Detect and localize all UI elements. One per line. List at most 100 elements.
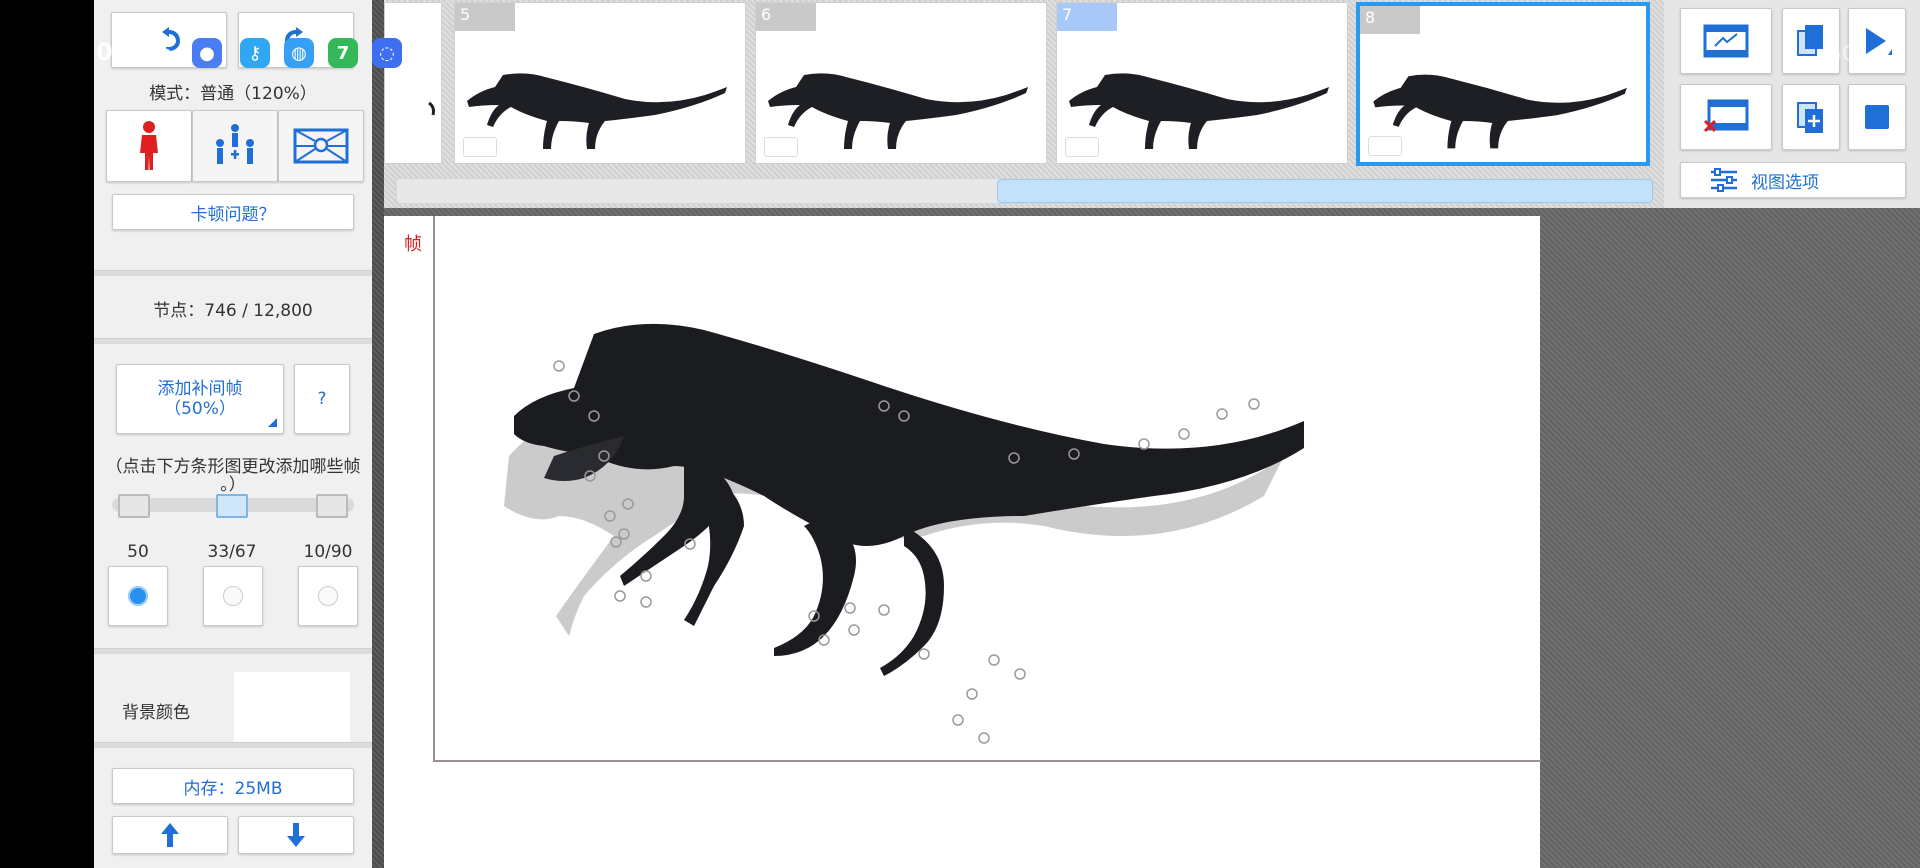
film-frame-icon bbox=[1703, 24, 1749, 58]
delete-frame-icon bbox=[1703, 99, 1749, 133]
joint-handle[interactable] bbox=[640, 570, 652, 582]
tween-bar-frame-right-icon[interactable] bbox=[316, 494, 348, 518]
browser-app-icon: ◍ bbox=[284, 38, 314, 68]
left-panel-rail bbox=[372, 0, 384, 868]
stop-icon bbox=[1865, 105, 1889, 129]
separator bbox=[94, 648, 372, 654]
paste-frame-button[interactable] bbox=[1782, 84, 1840, 150]
separator bbox=[94, 270, 372, 276]
memory-button[interactable]: 内存：25MB bbox=[112, 768, 354, 804]
frame-number: 6 bbox=[756, 3, 816, 31]
lag-issue-button[interactable]: 卡顿问题？ bbox=[112, 194, 354, 230]
chat-app-icon: ● bbox=[192, 38, 222, 68]
arrow-up-icon bbox=[161, 823, 179, 847]
background-color-label: 背景颜色 bbox=[122, 703, 190, 723]
status-bar: 05:56 ● ⚷ ◍ 7 ◌ bbox=[96, 34, 416, 74]
joint-handle[interactable] bbox=[952, 714, 964, 726]
network-indicator: 5G bbox=[1828, 42, 1860, 67]
option-radio-50[interactable] bbox=[108, 566, 168, 626]
joint-handle[interactable] bbox=[614, 590, 626, 602]
background-color-swatch[interactable] bbox=[234, 672, 350, 742]
dinosaur-thumbnail bbox=[428, 101, 435, 116]
frame-options-icon[interactable] bbox=[764, 137, 798, 157]
group-figures-tool-button[interactable] bbox=[192, 110, 278, 182]
joint-handle[interactable] bbox=[878, 604, 890, 616]
app-window: 模式：普通（120%） 卡顿问题？ 节点：746 / 12,800 添加补间帧 bbox=[0, 0, 1920, 868]
joint-handle[interactable] bbox=[818, 634, 830, 646]
scene-icon bbox=[293, 128, 349, 164]
option-radio-10-90[interactable] bbox=[298, 566, 358, 626]
option-label-50: 50 bbox=[127, 542, 149, 562]
dinosaur-silhouette bbox=[1373, 74, 1627, 149]
move-up-button[interactable] bbox=[112, 816, 228, 854]
add-tween-frames-button[interactable]: 添加补间帧 （50%） bbox=[116, 364, 284, 434]
frame-options-icon[interactable] bbox=[1368, 136, 1402, 156]
frame-options-icon[interactable] bbox=[1065, 137, 1099, 157]
dinosaur-silhouette bbox=[1069, 73, 1329, 149]
single-figure-tool-button[interactable] bbox=[106, 110, 192, 182]
frame-number: 8 bbox=[1360, 6, 1420, 34]
group-figures-icon bbox=[216, 124, 254, 164]
dinosaur-figure[interactable] bbox=[384, 216, 1540, 868]
joint-handle[interactable] bbox=[918, 648, 930, 660]
frame-options-icon[interactable] bbox=[463, 137, 497, 157]
tween-bar-frame-left-icon[interactable] bbox=[118, 494, 150, 518]
timeline-frame-8-selected[interactable]: 8 bbox=[1356, 2, 1650, 166]
timeline-frame-7[interactable]: 7 bbox=[1056, 2, 1348, 164]
joint-handle[interactable] bbox=[848, 624, 860, 636]
option-radio-33-67[interactable] bbox=[203, 566, 263, 626]
frame-number: 7 bbox=[1057, 3, 1117, 31]
joint-handle[interactable] bbox=[978, 732, 990, 744]
timeline-scrollbar[interactable] bbox=[396, 178, 1654, 204]
dropdown-corner-icon bbox=[268, 418, 277, 427]
tween-bar-frame-mid-icon[interactable] bbox=[216, 494, 248, 518]
joint-handle[interactable] bbox=[1248, 398, 1260, 410]
paste-icon bbox=[1797, 102, 1823, 133]
joint-handle[interactable] bbox=[1178, 428, 1190, 440]
sliders-icon bbox=[1711, 168, 1737, 192]
stick-figure-red-icon bbox=[140, 121, 158, 170]
scene-tool-button[interactable] bbox=[278, 110, 364, 182]
radio-empty-dot bbox=[223, 586, 243, 606]
tween-hint-text-2: 。） bbox=[220, 475, 246, 495]
radio-empty-dot bbox=[318, 586, 338, 606]
status-time: 05:56 bbox=[96, 38, 173, 66]
copy-icon bbox=[1797, 25, 1823, 56]
arrow-down-icon bbox=[287, 823, 305, 847]
joint-handle[interactable] bbox=[966, 688, 978, 700]
view-options-button[interactable]: 视图选项 bbox=[1680, 162, 1906, 198]
joint-handle[interactable] bbox=[988, 654, 1000, 666]
key-app-icon: ⚷ bbox=[240, 38, 270, 68]
joint-handle[interactable] bbox=[1216, 408, 1228, 420]
frame-number: 5 bbox=[455, 3, 515, 31]
seven-app-icon: 7 bbox=[328, 38, 358, 68]
timeline-frame-partial[interactable] bbox=[384, 2, 442, 164]
joint-handle[interactable] bbox=[844, 602, 856, 614]
add-frame-button[interactable] bbox=[1680, 8, 1772, 74]
dinosaur-silhouette bbox=[768, 73, 1028, 149]
node-count-label: 节点：746 / 12,800 bbox=[153, 301, 313, 321]
separator bbox=[94, 742, 372, 748]
timeline-frame-5[interactable]: 5 bbox=[454, 2, 746, 164]
joint-handle[interactable] bbox=[640, 596, 652, 608]
idea-app-icon: ◌ bbox=[372, 38, 402, 68]
option-label-10-90: 10/90 bbox=[303, 542, 353, 562]
play-icon bbox=[1866, 28, 1892, 55]
view-options-label: 视图选项 bbox=[1751, 172, 1819, 193]
timeline-scrollbar-thumb[interactable] bbox=[997, 179, 1653, 203]
stop-button[interactable] bbox=[1848, 84, 1906, 150]
option-label-33-67: 33/67 bbox=[207, 542, 257, 562]
separator bbox=[94, 338, 372, 344]
radio-selected-dot bbox=[128, 586, 148, 606]
joint-handle[interactable] bbox=[553, 360, 565, 372]
delete-frame-button[interactable] bbox=[1680, 84, 1772, 150]
move-down-button[interactable] bbox=[238, 816, 354, 854]
tween-help-button[interactable]: ? bbox=[294, 364, 350, 434]
timeline-frame-6[interactable]: 6 bbox=[755, 2, 1047, 164]
dinosaur-silhouette bbox=[467, 73, 727, 149]
mode-label: 模式：普通（120%） bbox=[149, 84, 317, 104]
joint-handle[interactable] bbox=[1014, 668, 1026, 680]
add-tween-percent: （50%） bbox=[164, 399, 236, 419]
joint-handle[interactable] bbox=[1138, 438, 1150, 450]
add-tween-label: 添加补间帧 bbox=[157, 379, 243, 399]
